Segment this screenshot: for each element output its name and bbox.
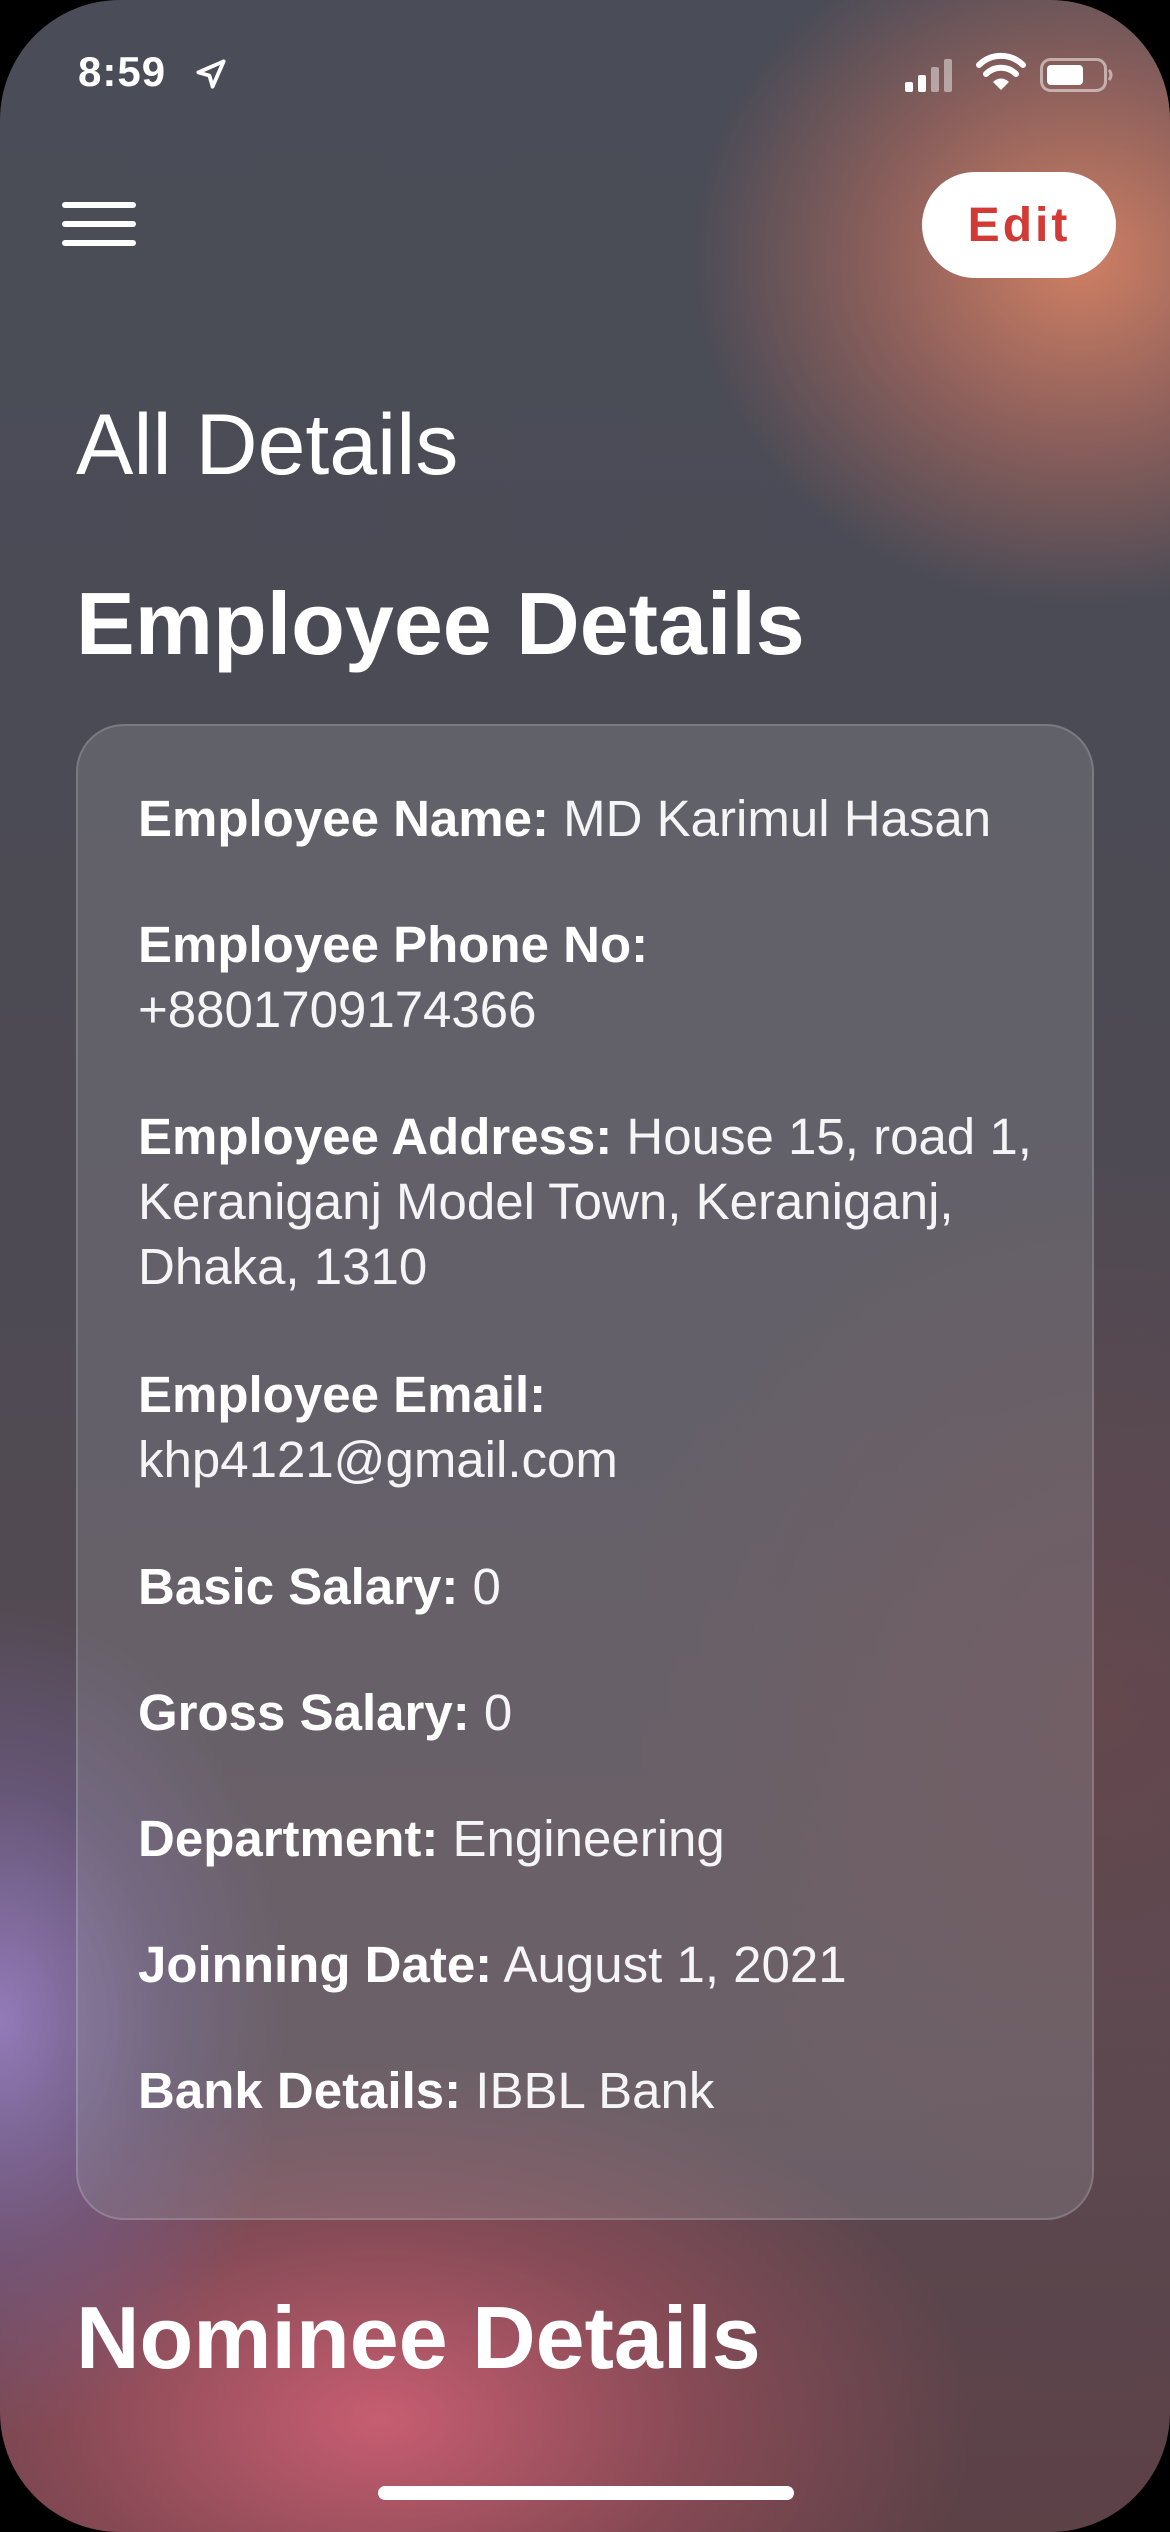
nominee-details-heading: Nominee Details	[76, 2288, 761, 2387]
joining-date-label: Joinning Date:	[138, 1936, 493, 1993]
employee-email-value: khp4121@gmail.com	[138, 1431, 618, 1488]
bank-details-label: Bank Details:	[138, 2062, 462, 2119]
employee-name-field: Employee Name: MD Karimul Hasan	[138, 786, 1058, 851]
department-field: Department: Engineering	[138, 1806, 1058, 1871]
location-arrow-icon	[196, 59, 226, 89]
employee-phone-value: +8801709174366	[138, 981, 537, 1038]
status-bar: 8:59	[0, 0, 1170, 150]
employee-phone-label: Employee Phone No:	[138, 916, 649, 973]
page-title: All Details	[76, 397, 459, 493]
joining-date-field: Joinning Date: August 1, 2021	[138, 1932, 1058, 1997]
employee-name-label: Employee Name:	[138, 790, 549, 847]
basic-salary-value: 0	[458, 1558, 501, 1615]
wifi-icon	[976, 52, 1026, 90]
employee-email-field: Employee Email: khp4121@gmail.com	[138, 1362, 1058, 1492]
gross-salary-field: Gross Salary: 0	[138, 1680, 1058, 1745]
employee-address-label: Employee Address:	[138, 1108, 613, 1165]
employee-details-heading: Employee Details	[76, 574, 805, 673]
app-screen: 8:59 Edit All Details Employee Details E…	[0, 0, 1170, 2532]
gross-salary-label: Gross Salary:	[138, 1684, 470, 1741]
basic-salary-field: Basic Salary: 0	[138, 1554, 1058, 1619]
department-label: Department:	[138, 1810, 439, 1867]
basic-salary-label: Basic Salary:	[138, 1558, 459, 1615]
bank-details-field: Bank Details: IBBL Bank	[138, 2058, 1058, 2123]
gross-salary-value: 0	[469, 1684, 513, 1741]
department-value: Engineering	[438, 1810, 725, 1867]
employee-name-value: MD Karimul Hasan	[549, 790, 992, 847]
battery-icon	[1040, 58, 1113, 92]
joining-date-value: August 1, 2021	[492, 1936, 847, 1993]
employee-email-label: Employee Email:	[138, 1366, 547, 1423]
hamburger-menu-icon[interactable]	[60, 196, 140, 252]
employee-address-field: Employee Address: House 15, road 1, Kera…	[138, 1104, 1058, 1299]
employee-details-card: Employee Name: MD Karimul Hasan Employee…	[76, 724, 1094, 2220]
cellular-signal-icon	[905, 59, 952, 92]
status-time: 8:59	[78, 48, 167, 95]
edit-button[interactable]: Edit	[922, 172, 1116, 278]
home-indicator[interactable]	[378, 2486, 794, 2500]
bank-details-value: IBBL Bank	[461, 2062, 715, 2119]
employee-phone-field: Employee Phone No: +8801709174366	[138, 912, 1058, 1042]
